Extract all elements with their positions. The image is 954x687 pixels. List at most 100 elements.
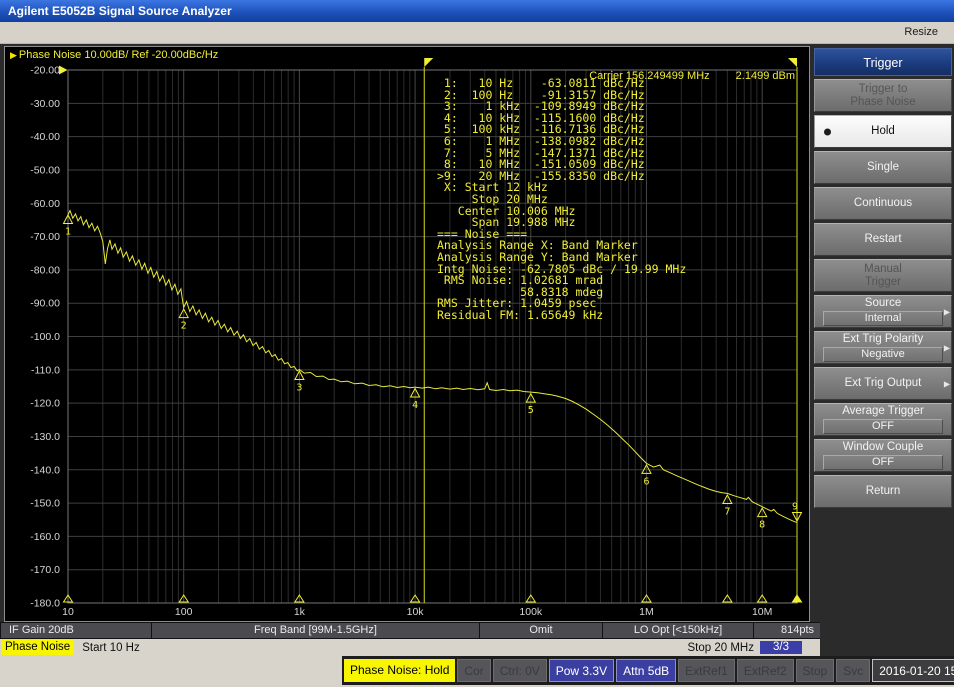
status-extref1: ExtRef1	[678, 659, 735, 682]
svg-text:-120.0: -120.0	[30, 398, 60, 410]
softkey-label: Trigger to	[859, 83, 908, 96]
softkey-average-trigger[interactable]: Average TriggerOFF	[814, 403, 952, 436]
svg-text:-170.0: -170.0	[30, 564, 60, 576]
svg-text:-50.00: -50.00	[30, 164, 60, 176]
softkey-label: Hold	[871, 125, 895, 138]
measurement-toolbar: IF Gain 20dBFreq Band [99M-1.5GHz]OmitLO…	[0, 622, 820, 639]
softkey-value: Internal	[823, 311, 943, 326]
softkey-label: Window Couple	[843, 441, 924, 454]
instrument-screen: -20.00 -30.00 -40.00 -50.00 -60.00 -70.00 -80.…	[4, 46, 810, 622]
status-ctrl-0v: Ctrl: 0V	[493, 659, 547, 682]
softkey-label: Ext Trig Polarity	[843, 333, 924, 346]
start-frequency-label: Start 10 Hz	[82, 642, 140, 654]
trace-title: ▶Phase Noise 10.00dB/ Ref -20.00dBc/Hz	[10, 49, 218, 61]
svg-text:10k: 10k	[407, 606, 425, 618]
carrier-power: 2.1499 dBm	[736, 70, 795, 82]
softkey-menu-title: Trigger	[814, 48, 952, 76]
window-title: Agilent E5052B Signal Source Analyzer	[8, 4, 232, 18]
svg-text:100: 100	[175, 606, 193, 618]
softkey-ext-trig-polarity[interactable]: Ext Trig PolarityNegative▶	[814, 331, 952, 364]
measurement-status-row: Phase Noise Start 10 Hz Stop 20 MHz 3/3	[0, 639, 820, 656]
softkey-label: Phase Noise	[850, 96, 915, 109]
y-axis-labels: -20.00 -30.00 -40.00 -50.00 -60.00 -70.00 -80.…	[30, 65, 60, 610]
submenu-arrow-icon: ▶	[944, 379, 950, 388]
status-pow-3-3v: Pow 3.3V	[549, 659, 614, 682]
softkey-label: Single	[867, 161, 899, 174]
svg-text:3: 3	[296, 382, 302, 393]
status-cor: Cor	[457, 659, 490, 682]
svg-text:-20.00: -20.00	[30, 65, 60, 77]
svg-text:-130.0: -130.0	[30, 431, 60, 443]
svg-text:8: 8	[759, 520, 765, 531]
softkey-return[interactable]: Return	[814, 475, 952, 508]
svg-text:-140.0: -140.0	[30, 464, 60, 476]
submenu-arrow-icon: ▶	[944, 307, 950, 316]
grid-major	[68, 70, 797, 603]
svg-text:-70.00: -70.00	[30, 231, 60, 243]
page-indicator: 3/3	[760, 641, 802, 654]
x-axis-labels: 101001k10k100k1M10M	[62, 606, 772, 618]
trace-pointer-icon: ▶	[10, 50, 17, 60]
softkey-value: OFF	[823, 455, 943, 470]
statusbar-spacer	[0, 656, 342, 685]
analysis-info-line: Residual FM: 1.65649 kHz	[437, 310, 686, 322]
svg-text:-80.00: -80.00	[30, 264, 60, 276]
svg-text:-180.0: -180.0	[30, 598, 60, 610]
status-extref2: ExtRef2	[737, 659, 794, 682]
instrument-statusbar: Phase Noise: HoldCorCtrl: 0VPow 3.3VAttn…	[0, 656, 954, 685]
toolbar-lo-opt-150khz[interactable]: LO Opt [<150kHz]	[603, 623, 753, 638]
marker-readout-block: 1: 10 Hz -63.0811 dBc/Hz 2: 100 Hz -91.3…	[437, 78, 686, 321]
softkey-label: Trigger	[865, 276, 901, 289]
softkey-value: Negative	[823, 347, 943, 362]
svg-text:-60.00: -60.00	[30, 198, 60, 210]
status-2016-01-20-15-59: 2016-01-20 15:59	[872, 659, 954, 682]
svg-text:-160.0: -160.0	[30, 531, 60, 543]
phase-noise-plot: -20.00 -30.00 -40.00 -50.00 -60.00 -70.00 -80.…	[5, 47, 809, 621]
stop-frequency-label: Stop 20 MHz	[688, 642, 754, 654]
svg-text:2: 2	[181, 321, 187, 332]
softkey-manual-trigger: ManualTrigger	[814, 259, 952, 292]
softkey-continuous[interactable]: Continuous	[814, 187, 952, 220]
toolbar-814pts[interactable]: 814pts	[754, 623, 820, 638]
toolbar-omit[interactable]: Omit	[480, 623, 602, 638]
softkey-label: Return	[866, 485, 901, 498]
toolbar-freq-band-99m-1-5ghz[interactable]: Freq Band [99M-1.5GHz]	[152, 623, 479, 638]
softkey-source[interactable]: SourceInternal▶	[814, 295, 952, 328]
svg-text:1: 1	[65, 227, 71, 238]
svg-text:10: 10	[62, 606, 74, 618]
toolbar-if-gain-20db[interactable]: IF Gain 20dB	[1, 623, 151, 638]
softkey-restart[interactable]: Restart	[814, 223, 952, 256]
softkey-value: OFF	[823, 419, 943, 434]
svg-text:-40.00: -40.00	[30, 131, 60, 143]
softkey-panel: Trigger Trigger toPhase Noise Hold Single C…	[812, 44, 954, 656]
softkey-label: Restart	[864, 233, 901, 246]
softkey-ext-trig-output[interactable]: Ext Trig Output ▶	[814, 367, 952, 400]
softkey-window-couple[interactable]: Window CoupleOFF	[814, 439, 952, 472]
svg-text:4: 4	[412, 400, 418, 411]
softkey-label: Average Trigger	[842, 405, 924, 418]
status-attn-5db: Attn 5dB	[616, 659, 676, 682]
menu-strip: Resize	[0, 22, 954, 44]
softkey-single[interactable]: Single	[814, 151, 952, 184]
svg-text:9: 9	[792, 502, 798, 513]
svg-text:6: 6	[643, 476, 649, 487]
window-titlebar[interactable]: Agilent E5052B Signal Source Analyzer	[0, 0, 954, 22]
svg-text:-100.0: -100.0	[30, 331, 60, 343]
svg-text:-30.00: -30.00	[30, 98, 60, 110]
resize-control[interactable]: Resize	[904, 26, 938, 38]
mode-chip: Phase Noise	[1, 640, 74, 655]
softkey-hold[interactable]: Hold	[814, 115, 952, 148]
svg-text:-150.0: -150.0	[30, 498, 60, 510]
reference-level-arrow-icon	[59, 66, 68, 75]
svg-text:5: 5	[528, 405, 534, 416]
marker-9-axis-triangle	[793, 595, 802, 602]
svg-text:10M: 10M	[752, 606, 772, 618]
svg-text:1M: 1M	[639, 606, 654, 618]
submenu-arrow-icon: ▶	[944, 343, 950, 352]
selected-bullet-icon	[824, 128, 831, 135]
app-area: -20.00 -30.00 -40.00 -50.00 -60.00 -70.00 -80.…	[0, 44, 954, 685]
softkey-label: Source	[865, 297, 901, 310]
status-svc: Svc	[836, 659, 870, 682]
phase-noise-trace	[68, 211, 797, 523]
softkey-label: Ext Trig Output	[845, 377, 922, 390]
